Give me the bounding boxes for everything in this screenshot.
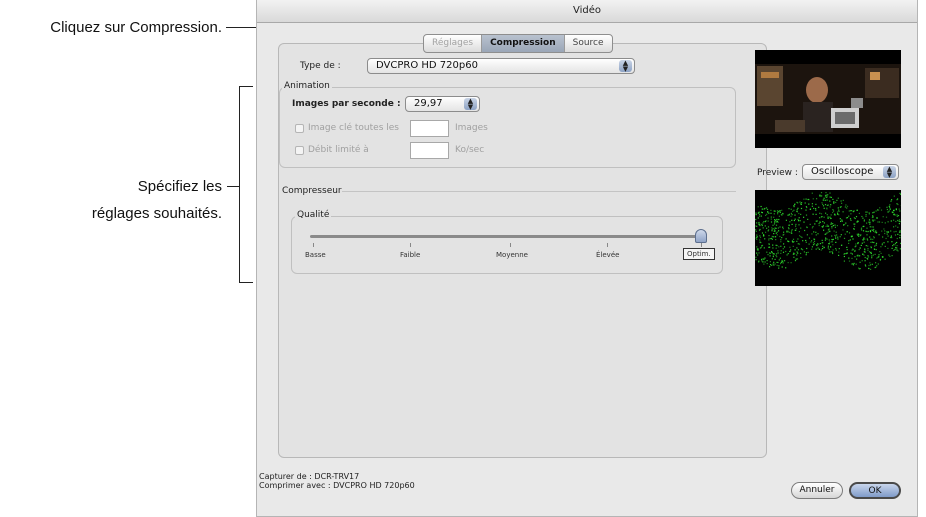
type-popup[interactable]: DVCPRO HD 720p60 ▲ ▼ (367, 58, 635, 74)
oscilloscope-waveform (755, 190, 901, 286)
quality-tick (701, 243, 702, 247)
rate-unit: Ko/sec (455, 145, 485, 155)
tab-compression[interactable]: Compression (482, 35, 565, 52)
keyframe-label: Image clé toutes les (308, 123, 399, 133)
quality-tick (410, 243, 411, 247)
rate-input[interactable] (410, 142, 449, 159)
callout-bracket-vertical (239, 86, 240, 283)
popup-arrows-icon: ▲ ▼ (883, 166, 896, 179)
animation-group-title: Animation (282, 81, 332, 91)
quality-tick-elevee: Élevée (596, 251, 620, 259)
quality-tick (510, 243, 511, 247)
video-frame-image (755, 50, 901, 148)
callout-bracket-top (239, 86, 253, 87)
quality-slider-knob[interactable] (695, 229, 707, 243)
callout-specify-line1: Spécifiez les (137, 178, 222, 195)
callout-specify-line2: réglages souhaités. (91, 205, 222, 222)
type-popup-value: DVCPRO HD 720p60 (376, 60, 478, 71)
keyframe-input[interactable] (410, 120, 449, 137)
quality-group (291, 216, 723, 274)
preview-label: Preview : (757, 168, 798, 178)
preview-mode-popup[interactable]: Oscilloscope ▲ ▼ (802, 164, 899, 180)
video-thumbnail (755, 50, 901, 148)
rate-label: Débit limité à (308, 145, 369, 155)
cancel-button[interactable]: Annuler (791, 482, 843, 499)
compress-with-text: Comprimer avec : DVCPRO HD 720p60 (259, 481, 415, 490)
compressor-separator (342, 191, 736, 192)
ok-button[interactable]: OK (849, 482, 901, 499)
preview-mode-value: Oscilloscope (811, 166, 874, 177)
quality-tick-basse: Basse (305, 251, 326, 259)
fps-popup[interactable]: 29,97 ▲ ▼ (405, 96, 480, 112)
tab-bar: Réglages Compression Source (423, 34, 613, 53)
rate-checkbox[interactable] (295, 146, 304, 155)
oscilloscope-view (755, 190, 901, 286)
window-title: Vidéo (257, 0, 917, 23)
keyframe-unit: Images (455, 123, 488, 133)
compressor-label: Compresseur (282, 186, 342, 196)
type-label: Type de : (300, 61, 341, 71)
quality-slider-track[interactable] (310, 235, 707, 238)
quality-tick-optim: Optim. (683, 248, 715, 260)
fps-label: Images par seconde : (292, 99, 401, 109)
popup-arrows-icon: ▲ ▼ (464, 98, 477, 111)
callout-bracket-bottom (239, 282, 253, 283)
keyframe-checkbox[interactable] (295, 124, 304, 133)
callout-click-compression: Cliquez sur Compression. (50, 19, 222, 36)
callout-bracket-tick (227, 186, 239, 187)
popup-arrows-icon: ▲ ▼ (619, 60, 632, 73)
tab-source[interactable]: Source (565, 35, 612, 52)
quality-group-title: Qualité (295, 210, 332, 220)
fps-popup-value: 29,97 (414, 98, 443, 109)
tab-reglages[interactable]: Réglages (424, 35, 483, 52)
quality-tick-moyenne: Moyenne (496, 251, 528, 259)
quality-tick (607, 243, 608, 247)
quality-tick-faible: Faible (400, 251, 421, 259)
quality-tick (313, 243, 314, 247)
